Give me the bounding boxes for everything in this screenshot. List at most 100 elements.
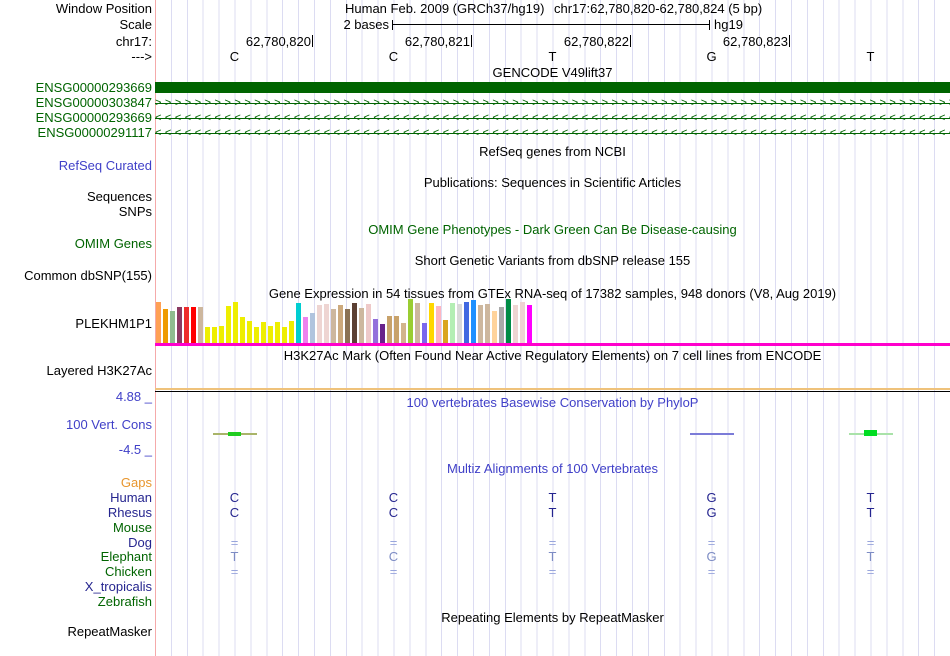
gtex-expression-bar[interactable] [492, 311, 497, 343]
gene-strand-arrows[interactable]: <<<<<<<<<<<<<<<<<<<<<<<<<<<<<<<<<<<<<<<<… [155, 126, 950, 140]
common-dbsnp-label[interactable]: Common dbSNP(155) [0, 269, 152, 283]
gtex-expression-bar[interactable] [247, 321, 252, 343]
strand-direction-label: ---> [131, 49, 152, 64]
multiz-species-label[interactable]: Mouse [0, 520, 152, 535]
gtex-expression-bar[interactable] [296, 303, 301, 343]
gtex-expression-bar[interactable] [513, 305, 518, 343]
gtex-expression-bar[interactable] [352, 303, 357, 343]
gtex-expression-bar[interactable] [254, 327, 259, 343]
refseq-curated-label[interactable]: RefSeq Curated [0, 159, 152, 173]
publications-sequences-label[interactable]: Sequences [0, 190, 152, 204]
gtex-expression-bar[interactable] [324, 304, 329, 343]
multiz-aligned-base: T [548, 489, 557, 505]
gtex-expression-bar[interactable] [289, 321, 294, 343]
multiz-species-label[interactable]: Elephant [0, 550, 152, 564]
gtex-expression-bar[interactable] [401, 323, 406, 343]
multiz-aligned-base: C [229, 504, 240, 520]
multiz-aligned-base: = [230, 564, 239, 580]
gene-strand-arrows[interactable]: <<<<<<<<<<<<<<<<<<<<<<<<<<<<<<<<<<<<<<<<… [155, 111, 950, 125]
gtex-expression-bar[interactable] [282, 327, 287, 343]
gtex-expression-bar[interactable] [366, 304, 371, 343]
publications-track-title: Publications: Sequences in Scientific Ar… [423, 175, 682, 190]
gtex-gene-label[interactable]: PLEKHM1P1 [0, 317, 152, 331]
gtex-expression-bar[interactable] [205, 327, 210, 343]
gtex-expression-bar[interactable] [457, 304, 462, 343]
gene-exon-bar[interactable] [155, 82, 950, 93]
gencode-track-title: GENCODE V49lift37 [492, 65, 613, 80]
layered-h3k27ac-label[interactable]: Layered H3K27Ac [0, 364, 152, 378]
multiz-aligned-base: = [866, 564, 875, 580]
gtex-baseline [155, 343, 950, 346]
gtex-expression-bar[interactable] [184, 307, 189, 343]
gtex-expression-bar[interactable] [408, 299, 413, 343]
gtex-expression-bar[interactable] [198, 307, 203, 343]
gtex-expression-bar[interactable] [478, 305, 483, 343]
gtex-expression-bar[interactable] [520, 302, 525, 343]
multiz-species-label[interactable]: Human [0, 490, 152, 505]
gtex-expression-bar[interactable] [436, 306, 441, 343]
gtex-expression-bar[interactable] [380, 324, 385, 343]
gtex-expression-bar[interactable] [422, 323, 427, 343]
multiz-species-label[interactable]: X_tropicalis [0, 580, 152, 594]
omim-track-title: OMIM Gene Phenotypes - Dark Green Can Be… [368, 222, 737, 237]
gtex-expression-bar[interactable] [506, 299, 511, 343]
repeatmasker-label[interactable]: RepeatMasker [0, 625, 152, 639]
position-tick-mark [789, 35, 790, 47]
gene-strand-arrows[interactable]: >>>>>>>>>>>>>>>>>>>>>>>>>>>>>>>>>>>>>>>>… [155, 96, 950, 110]
gtex-expression-bar[interactable] [464, 302, 469, 343]
gtex-expression-bar[interactable] [212, 327, 217, 343]
gtex-expression-bar[interactable] [156, 302, 161, 343]
gtex-expression-bar[interactable] [415, 303, 420, 343]
gtex-expression-bar[interactable] [191, 307, 196, 343]
gtex-expression-bar[interactable] [450, 303, 455, 343]
gtex-expression-bar[interactable] [471, 300, 476, 343]
multiz-species-label[interactable]: Dog [0, 535, 152, 550]
refseq-track-title: RefSeq genes from NCBI [479, 144, 626, 159]
gtex-expression-bar[interactable] [485, 304, 490, 343]
multiz-aligned-base: = [548, 534, 557, 550]
gtex-expression-bar[interactable] [394, 316, 399, 343]
gene-id-label[interactable]: ENSG00000303847 [0, 96, 152, 110]
gtex-expression-bar[interactable] [310, 313, 315, 343]
multiz-aligned-base: T [866, 504, 875, 520]
gtex-expression-bar[interactable] [177, 307, 182, 343]
gtex-expression-bar[interactable] [261, 322, 266, 343]
gene-id-label[interactable]: ENSG00000293669 [0, 111, 152, 125]
conservation-label[interactable]: 100 Vert. Cons [0, 418, 152, 432]
gtex-expression-bar[interactable] [345, 309, 350, 343]
gtex-expression-bar[interactable] [359, 308, 364, 343]
gtex-expression-bar[interactable] [373, 319, 378, 343]
publications-snps-label[interactable]: SNPs [0, 205, 152, 219]
gtex-expression-bar[interactable] [219, 326, 224, 343]
multiz-aligned-base: C [229, 489, 240, 505]
multiz-species-label[interactable]: Gaps [0, 476, 152, 490]
gtex-expression-bar[interactable] [387, 316, 392, 343]
gtex-expression-bar[interactable] [317, 305, 322, 343]
repeatmasker-track-title: Repeating Elements by RepeatMasker [441, 610, 664, 625]
gtex-expression-bar[interactable] [163, 309, 168, 343]
assembly-short-label: hg19 [714, 17, 743, 32]
position-tick-mark [630, 35, 631, 47]
gtex-expression-bar[interactable] [268, 326, 273, 343]
gtex-expression-bar[interactable] [499, 307, 504, 343]
gtex-expression-bar[interactable] [226, 306, 231, 343]
gene-id-label[interactable]: ENSG00000293669 [0, 81, 152, 95]
gene-id-label[interactable]: ENSG00000291117 [0, 126, 152, 140]
gtex-expression-bar[interactable] [527, 305, 532, 343]
gtex-expression-bar[interactable] [303, 317, 308, 343]
gtex-expression-bar[interactable] [429, 303, 434, 343]
gtex-expression-bar[interactable] [170, 311, 175, 343]
gtex-expression-bar[interactable] [443, 320, 448, 343]
h3k27ac-track-title: H3K27Ac Mark (Often Found Near Active Re… [283, 348, 822, 363]
scale-bar [392, 20, 710, 30]
gtex-expression-bar[interactable] [233, 302, 238, 343]
gtex-expression-bar[interactable] [275, 322, 280, 343]
omim-genes-label[interactable]: OMIM Genes [0, 237, 152, 251]
gtex-expression-bar[interactable] [331, 309, 336, 343]
multiz-species-label[interactable]: Zebrafish [0, 595, 152, 609]
scale-label: Scale [119, 17, 152, 32]
multiz-species-label[interactable]: Chicken [0, 565, 152, 579]
gtex-expression-bar[interactable] [240, 317, 245, 343]
gtex-expression-bar[interactable] [338, 305, 343, 343]
multiz-species-label[interactable]: Rhesus [0, 505, 152, 520]
